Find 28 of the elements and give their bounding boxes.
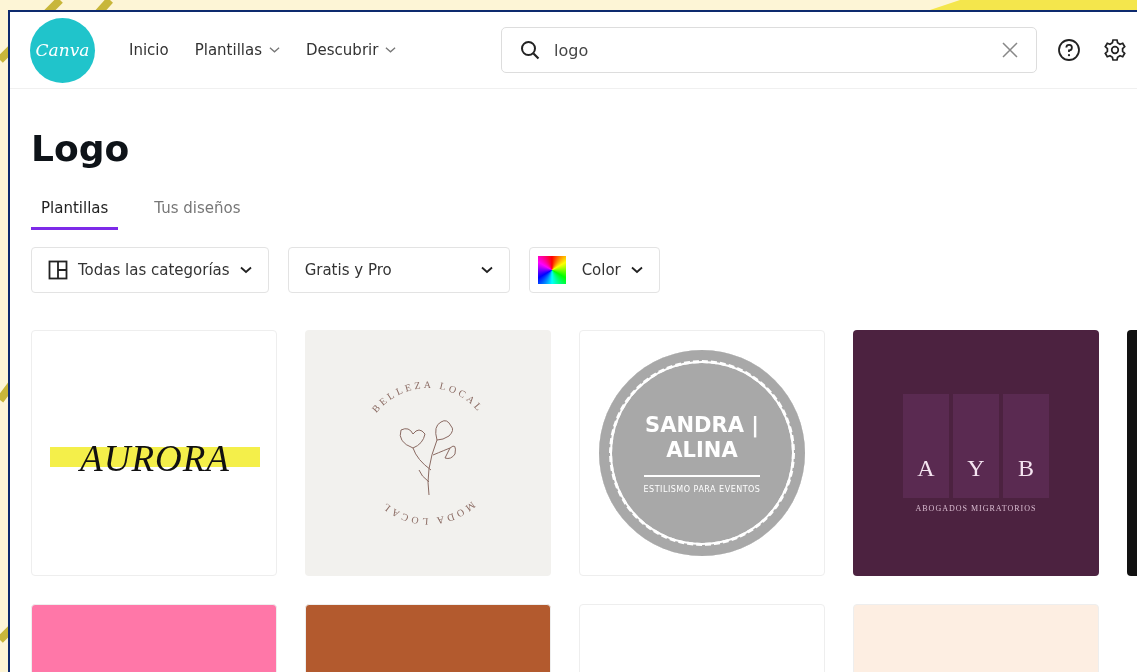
nav-link[interactable]: Plantillas bbox=[194, 41, 280, 59]
tagline-text: ESTILISMO PARA EVENTOS bbox=[643, 484, 761, 494]
help-icon[interactable] bbox=[1057, 38, 1081, 62]
tab[interactable]: Tus diseños bbox=[144, 193, 251, 230]
logo-text: ALINA bbox=[666, 437, 738, 463]
search-bar[interactable]: logo bbox=[501, 27, 1037, 73]
filter-dropdown[interactable]: Gratis y Pro bbox=[287, 247, 510, 293]
logo-letter: Y bbox=[967, 454, 985, 482]
chevron-down-icon bbox=[630, 266, 643, 274]
logo-letter: B bbox=[1018, 454, 1034, 482]
chevron-down-icon bbox=[239, 266, 252, 274]
layout-icon bbox=[48, 260, 68, 280]
logo-text: SANDRA | bbox=[645, 412, 759, 438]
settings-icon[interactable] bbox=[1103, 38, 1127, 62]
filter-dropdown[interactable]: Todas las categorías bbox=[31, 247, 269, 293]
color-swatch-icon bbox=[537, 256, 566, 284]
filter-dropdown[interactable]: Color bbox=[528, 247, 660, 293]
chevron-down-icon bbox=[480, 266, 493, 274]
tab[interactable]: Plantillas bbox=[31, 193, 119, 230]
logo-letter: A bbox=[917, 454, 935, 482]
search-icon bbox=[520, 40, 540, 60]
nav-link[interactable]: Descubrir bbox=[306, 41, 397, 59]
tagline-text: ABOGADOS MIGRATORIOS bbox=[915, 503, 1037, 513]
template-card[interactable]: A Y B ABOGADOS MIGRATORIOS bbox=[853, 330, 1099, 576]
page-title: Logo bbox=[31, 127, 131, 171]
clear-icon[interactable] bbox=[1002, 42, 1018, 58]
nav-link[interactable]: Inicio bbox=[129, 41, 169, 59]
search-field[interactable]: logo bbox=[552, 39, 1002, 61]
